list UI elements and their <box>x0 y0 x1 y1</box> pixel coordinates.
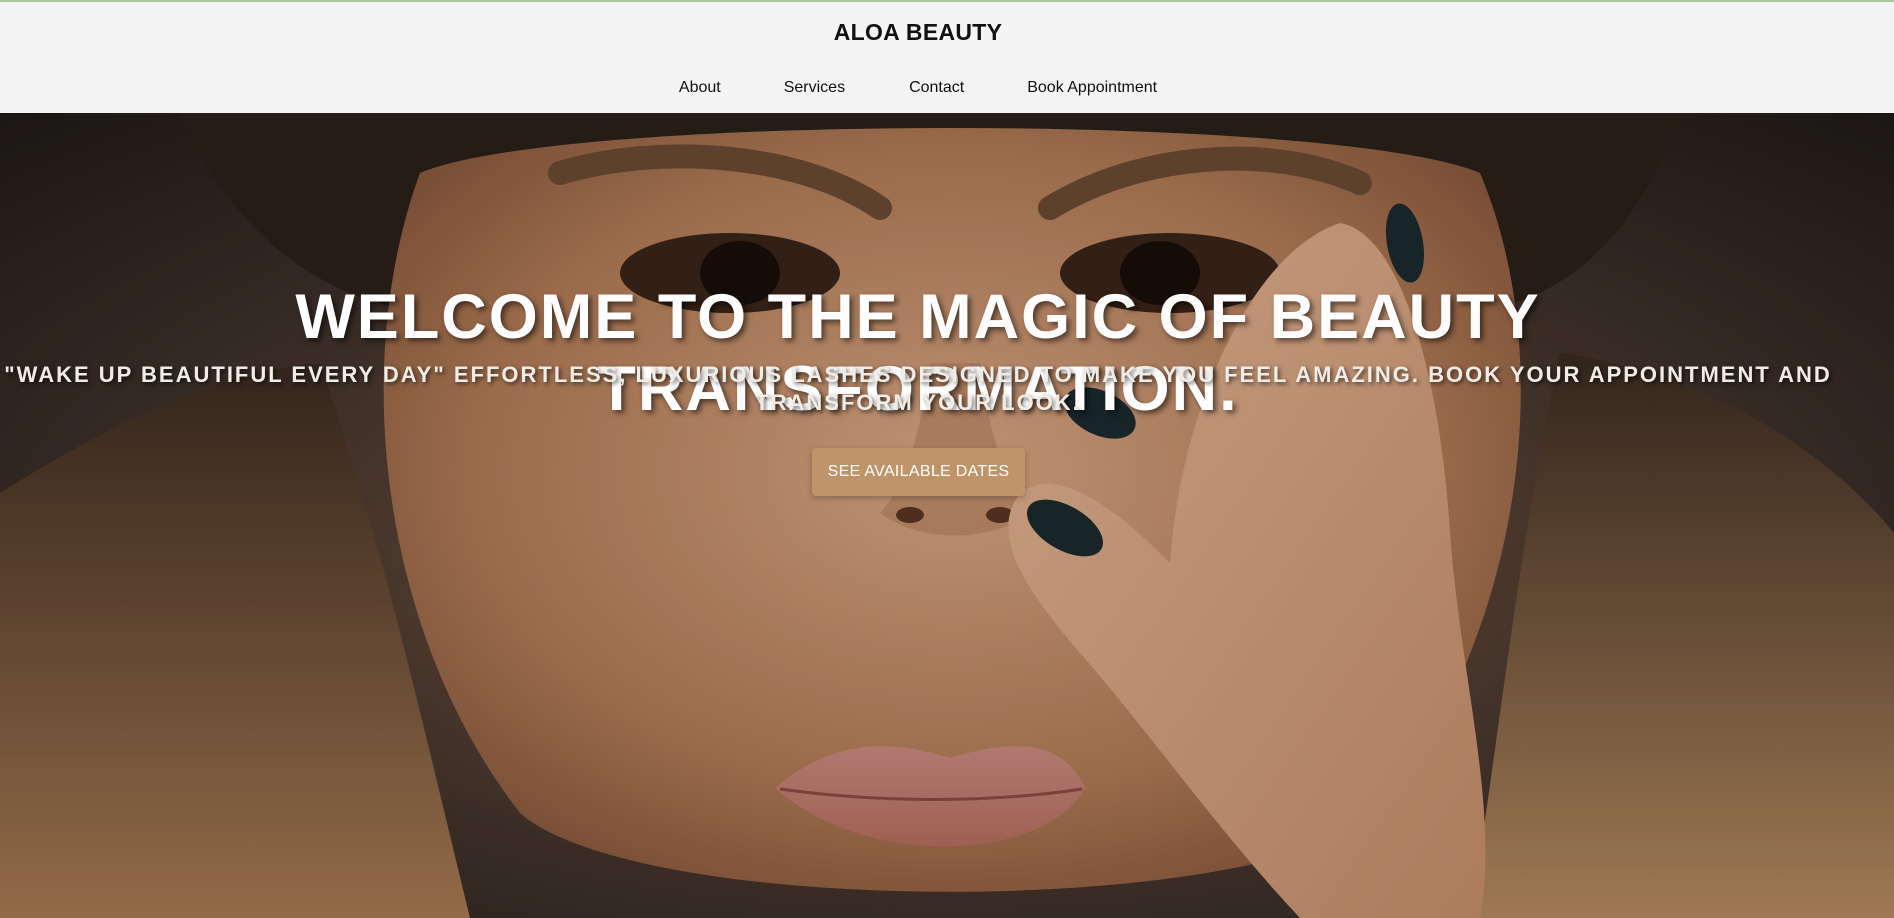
site-header: ALOA BEAUTY About Services Contact Book … <box>0 2 1894 113</box>
main-nav: About Services Contact Book Appointment <box>0 79 1836 97</box>
nav-link-about[interactable]: About <box>679 79 721 97</box>
hero-subtitle: "WAKE UP BEAUTIFUL EVERY DAY" EFFORTLESS… <box>4 362 1832 415</box>
hero-section: WELCOME TO THE MAGIC OF BEAUTY TRANSFORM… <box>0 113 1894 918</box>
nav-link-services[interactable]: Services <box>784 79 845 97</box>
nav-link-contact[interactable]: Contact <box>909 79 964 97</box>
nav-link-book-appointment[interactable]: Book Appointment <box>1027 79 1157 97</box>
hero-content: WELCOME TO THE MAGIC OF BEAUTY TRANSFORM… <box>0 113 1836 918</box>
brand-logo[interactable]: ALOA BEAUTY <box>0 19 1836 46</box>
see-available-dates-button[interactable]: SEE AVAILABLE DATES <box>812 448 1025 496</box>
